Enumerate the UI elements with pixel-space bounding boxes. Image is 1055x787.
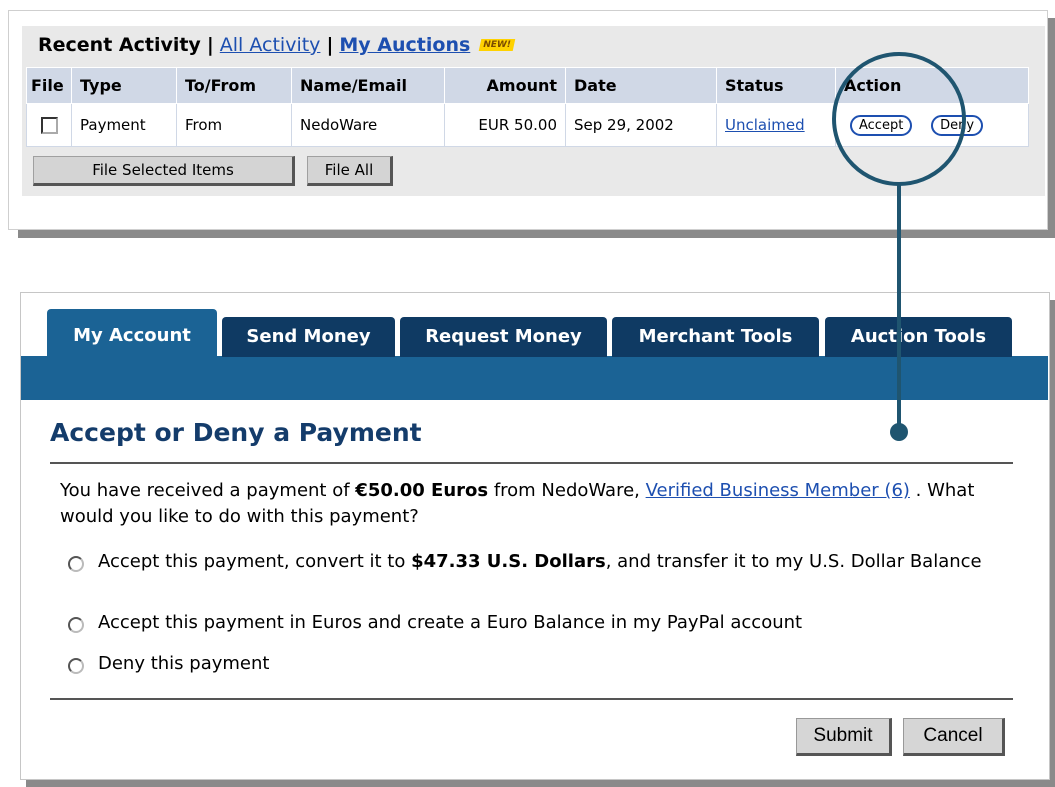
column-header-to-from: To/From xyxy=(176,67,292,104)
callout-connector xyxy=(897,185,901,435)
option-text: Accept this payment, convert it to xyxy=(98,551,412,572)
to-from-cell: From xyxy=(176,103,292,147)
callout-dot xyxy=(890,423,908,441)
intro-amount: €50.00 Euros xyxy=(355,480,489,501)
column-header-date: Date xyxy=(565,67,717,104)
new-badge: NEW! xyxy=(479,39,516,51)
payment-intro: You have received a payment of €50.00 Eu… xyxy=(60,478,1000,530)
column-header-file: File xyxy=(26,67,72,104)
option-deny[interactable]: Deny this payment xyxy=(68,651,998,677)
tab-my-account[interactable]: My Account xyxy=(47,309,217,357)
recent-activity-title: Recent Activity xyxy=(38,34,201,56)
amount-cell: EUR 50.00 xyxy=(444,103,566,147)
status-link[interactable]: Unclaimed xyxy=(725,116,805,134)
my-auctions-link[interactable]: My Auctions xyxy=(339,34,470,56)
name-cell: NedoWare xyxy=(291,103,445,147)
all-activity-link[interactable]: All Activity xyxy=(220,34,321,56)
column-header-name-email: Name/Email xyxy=(291,67,445,104)
tab-request-money[interactable]: Request Money xyxy=(400,317,607,357)
magnifier-circle xyxy=(832,52,966,186)
options-divider xyxy=(50,698,1013,700)
option-label: Accept this payment, convert it to $47.3… xyxy=(98,549,998,575)
intro-text-start: You have received a payment of xyxy=(60,480,356,501)
date-cell: Sep 29, 2002 xyxy=(565,103,717,147)
radio-button[interactable] xyxy=(68,658,84,674)
option-text: , and transfer it to my U.S. Dollar Bala… xyxy=(605,551,982,572)
tab-merchant-tools[interactable]: Merchant Tools xyxy=(612,317,819,357)
file-cell xyxy=(26,103,72,147)
file-all-button[interactable]: File All xyxy=(307,156,393,186)
radio-button[interactable] xyxy=(68,617,84,633)
submit-button[interactable]: Submit xyxy=(796,718,892,756)
type-cell: Payment xyxy=(71,103,177,147)
option-convert-to-usd[interactable]: Accept this payment, convert it to $47.3… xyxy=(68,549,998,601)
intro-text-mid: from NedoWare, xyxy=(488,480,646,501)
header-separator: | xyxy=(326,34,334,56)
header-separator: | xyxy=(206,34,214,56)
file-selected-items-button[interactable]: File Selected Items xyxy=(33,156,295,186)
recent-activity-header: Recent Activity | All Activity | My Auctions… xyxy=(38,34,516,56)
verified-member-link[interactable]: Verified Business Member (6) xyxy=(646,480,910,501)
option-euro-balance[interactable]: Accept this payment in Euros and create … xyxy=(68,610,998,636)
option-label: Deny this payment xyxy=(98,653,270,674)
radio-button[interactable] xyxy=(68,556,84,572)
column-header-status: Status xyxy=(716,67,836,104)
page-title: Accept or Deny a Payment xyxy=(50,418,422,447)
tab-send-money[interactable]: Send Money xyxy=(222,317,395,357)
option-label: Accept this payment in Euros and create … xyxy=(98,612,803,633)
tab-bar-band xyxy=(21,356,1048,400)
status-cell: Unclaimed xyxy=(716,103,836,147)
file-checkbox[interactable] xyxy=(40,117,58,134)
tab-auction-tools[interactable]: Auction Tools xyxy=(825,317,1012,357)
column-header-type: Type xyxy=(71,67,177,104)
cancel-button[interactable]: Cancel xyxy=(903,718,1005,756)
title-divider xyxy=(50,462,1013,464)
option-amount: $47.33 U.S. Dollars xyxy=(411,551,606,572)
column-header-amount: Amount xyxy=(444,67,566,104)
